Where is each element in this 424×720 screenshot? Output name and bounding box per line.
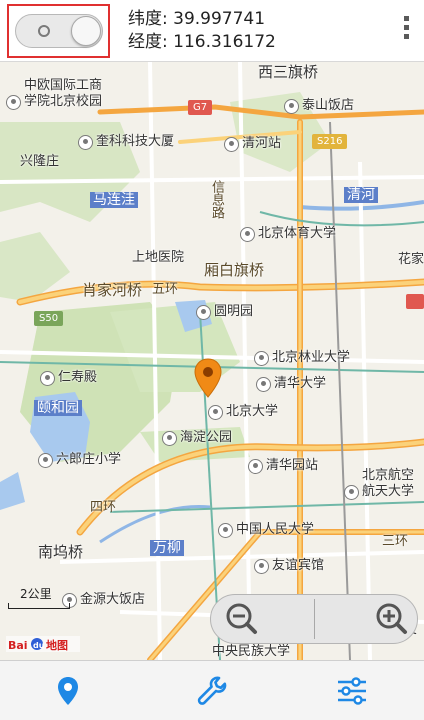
location-marker-icon[interactable] (194, 358, 222, 398)
map-view[interactable]: G7 S216 S50 西三旗桥 中欧国际工商 学院北京校园 泰山饭店 奎科科技… (0, 62, 424, 660)
map-label-zhongou-1: 中欧国际工商 (24, 78, 103, 93)
nav-location-button[interactable] (48, 671, 88, 711)
toggle-knob[interactable] (71, 16, 101, 46)
longitude-text: 经度: 116.316172 (128, 32, 276, 52)
map-label-yuanmingyuan: 圆明园 (194, 304, 253, 320)
highlight-frame (7, 4, 110, 58)
baidu-map-logo: Bai du 地图 (6, 634, 80, 654)
map-label-pku: 北京大学 (206, 404, 278, 420)
bottom-navigation (0, 660, 424, 720)
map-label-nanwu-bridge: 南坞桥 (38, 543, 84, 561)
map-label-buaa-2: 航天大学 (342, 484, 414, 500)
map-label-qinghe-station: 清河站 (222, 136, 281, 152)
map-scale-bar (8, 603, 70, 609)
map-label-taishan-hotel: 泰山饭店 (282, 98, 354, 114)
zoom-out-button[interactable] (211, 595, 315, 643)
nav-tools-button[interactable] (192, 671, 232, 711)
map-label-wuhuan: 五环 (152, 282, 179, 297)
map-label-bjfu: 北京林业大学 (252, 350, 350, 366)
road-shield-s50: S50 (34, 311, 64, 326)
map-label-tsinghua: 清华大学 (254, 376, 326, 392)
svg-text:Bai: Bai (8, 639, 28, 652)
overflow-menu-icon[interactable] (402, 16, 410, 44)
map-label-tsinghua-station: 清华园站 (246, 458, 318, 474)
svg-text:地图: 地图 (46, 638, 68, 652)
map-area-wanliu: 万柳 (150, 540, 184, 556)
zoom-control (210, 594, 418, 644)
road-shield-g7: G7 (188, 100, 213, 115)
wrench-icon (197, 676, 227, 705)
map-label-friendship-hotel: 友谊宾馆 (252, 558, 324, 574)
map-area-yiheyuan: 颐和园 (34, 400, 82, 416)
location-pin-icon (58, 677, 78, 705)
map-label-xiangbaiqi-bridge: 厢白旗桥 (204, 261, 265, 279)
sliders-icon (338, 677, 366, 705)
zoom-out-icon (226, 603, 257, 634)
map-area-qinghe: 清河 (344, 187, 378, 203)
map-label-quanyuan-hotel: 金源大饭店 (60, 592, 145, 608)
road-shield-edge (406, 294, 424, 309)
map-label-haidian-park: 海淀公园 (160, 430, 232, 446)
road-shield-s216: S216 (312, 134, 348, 149)
nav-settings-button[interactable] (332, 671, 372, 711)
map-label-sanhuan: 三环 (382, 534, 409, 549)
map-label-xinglong: 兴隆庄 (20, 154, 60, 169)
coordinates-readout: 纬度: 39.997741 经度: 116.316172 (128, 8, 276, 54)
map-label-shangdi-hospital: 上地医院 (132, 250, 185, 265)
zoom-in-button[interactable] (315, 595, 419, 643)
map-label-buaa-1: 北京航空 (362, 468, 415, 483)
map-label-kejiandasha: 奎科科技大厦 (76, 134, 174, 150)
map-road-xinxilu: 信息路 (209, 180, 224, 219)
svg-text:du: du (33, 641, 45, 650)
map-label-sihuan: 四环 (90, 500, 117, 515)
map-label-bsu: 北京体育大学 (238, 226, 336, 242)
latitude-text: 纬度: 39.997741 (128, 9, 266, 29)
location-toggle[interactable] (15, 14, 103, 48)
map-label-renshoudian: 仁寿殿 (38, 370, 97, 386)
map-area-malianwa: 马连洼 (90, 192, 138, 208)
map-label-huajia: 花家 (398, 252, 424, 267)
top-bar: 纬度: 39.997741 经度: 116.316172 (0, 0, 424, 62)
map-label-renda: 中国人民大学 (216, 522, 314, 538)
map-label-xisanqi: 西三旗桥 (258, 63, 319, 81)
zoom-in-icon (376, 603, 407, 634)
map-label-zhongou-2: 学院北京校园 (4, 94, 102, 110)
toggle-off-icon (38, 25, 50, 37)
map-scale-label: 2公里 (20, 587, 52, 601)
map-label-liulangzhuang: 六郎庄小学 (36, 452, 121, 468)
map-label-minzu: 中央民族大学 (212, 644, 291, 659)
map-label-xiaojiahe-bridge: 肖家河桥 (82, 281, 143, 299)
